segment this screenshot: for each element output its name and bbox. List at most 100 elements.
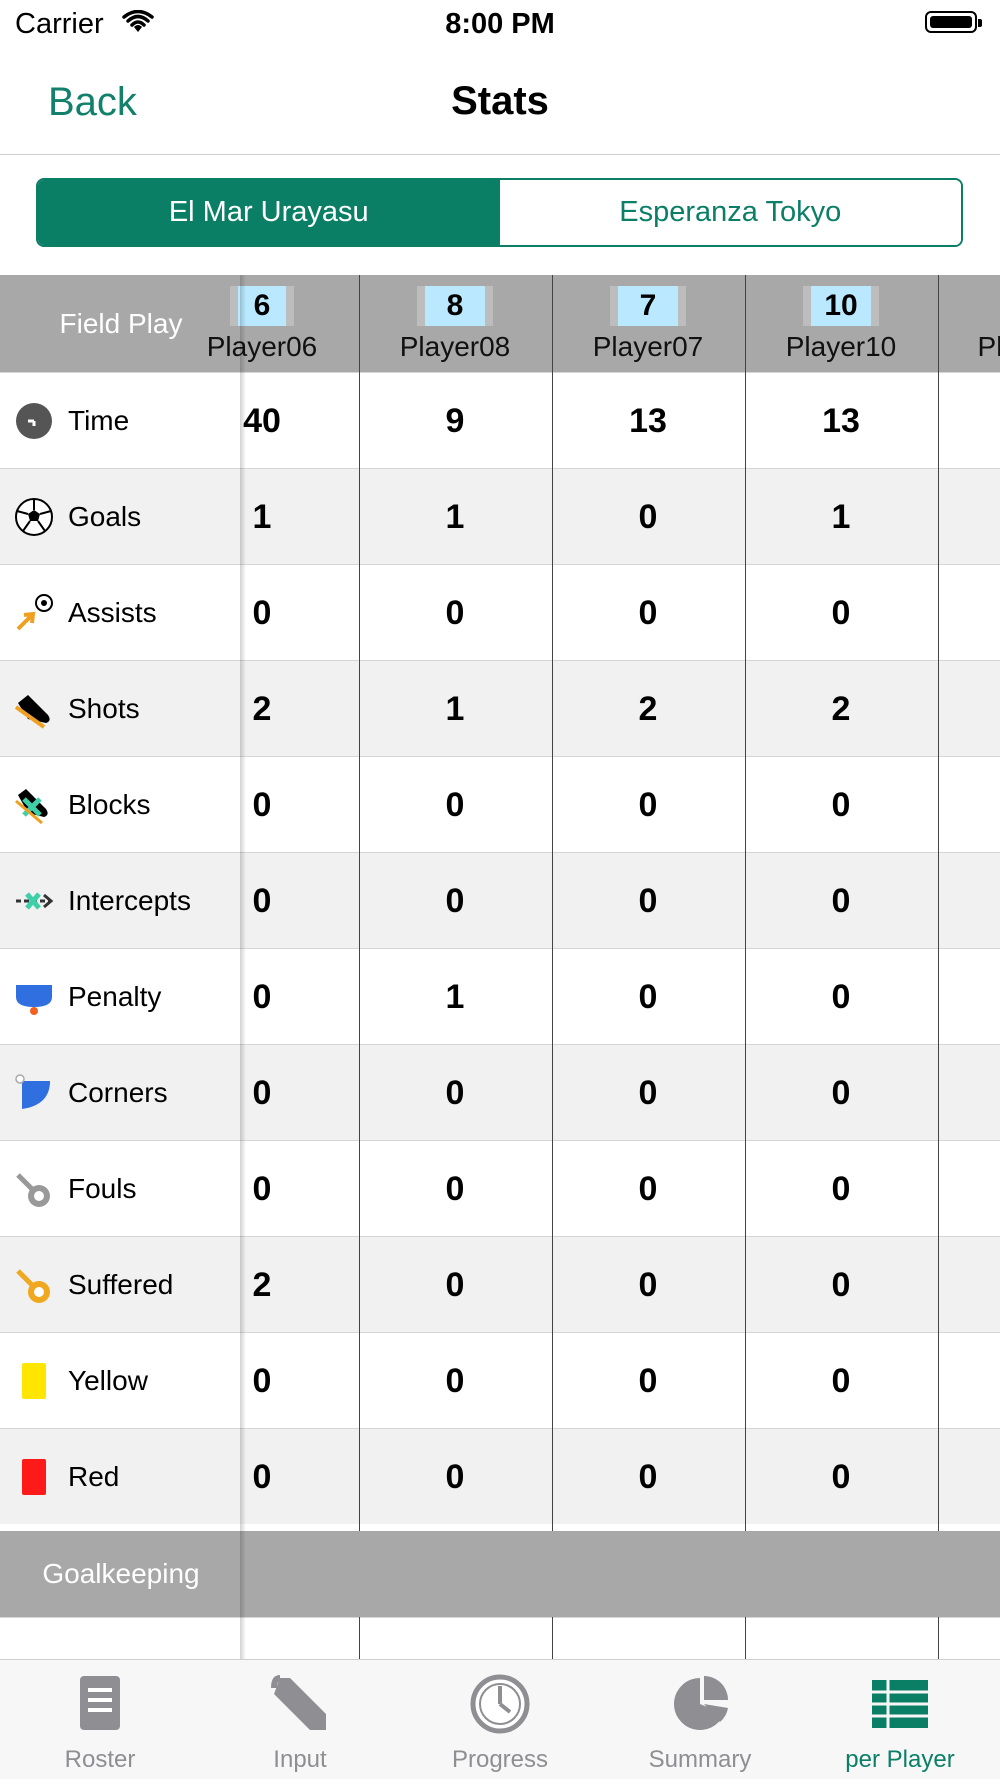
tab-progress[interactable]: Progress xyxy=(400,1660,600,1779)
penalty-area-icon xyxy=(0,977,68,1017)
stat-value-cell xyxy=(930,565,1000,661)
clock-icon xyxy=(470,1674,530,1734)
player-column-header[interactable]: 6 Player06 xyxy=(167,275,357,372)
column-divider xyxy=(359,275,360,1531)
player-name: Player07 xyxy=(592,331,704,362)
player-column-header[interactable]: 8 Player08 xyxy=(360,275,550,372)
column-divider xyxy=(552,275,553,1531)
stat-value-cell: 0 xyxy=(638,1457,658,1496)
stat-value-cell: 40 xyxy=(243,401,281,440)
player-name: Player08 xyxy=(399,331,511,362)
assist-arrow-icon xyxy=(16,593,53,630)
tab-label: Roster xyxy=(64,1746,136,1773)
stat-value-cell: 0 xyxy=(445,1169,465,1208)
stat-value-cell: 2 xyxy=(252,689,272,728)
stat-row: Red 0 0 0 0 xyxy=(0,1428,1000,1524)
stat-value-cell: 0 xyxy=(831,1073,851,1112)
stat-value-cell: 1 xyxy=(831,497,851,536)
stat-value-cell: 0 xyxy=(831,1457,851,1496)
table-header-row: Field Play 6 Player06 8 Player08 7 Player07 10… xyxy=(0,275,1000,372)
stat-label: Time xyxy=(68,404,130,436)
stat-value-cell: 0 xyxy=(638,977,658,1016)
stat-label: Yellow xyxy=(68,1364,148,1396)
stat-label: Corners xyxy=(68,1076,168,1108)
stat-value-cell: 0 xyxy=(831,593,851,632)
stat-value-cell: 0 xyxy=(252,1169,272,1208)
assist-arrow-icon xyxy=(0,593,68,633)
stat-row: Fouls 0 0 0 0 xyxy=(0,1140,1000,1236)
tab-per-player[interactable]: per Player xyxy=(800,1660,1000,1779)
stat-label: Goals xyxy=(68,500,142,532)
tab-roster[interactable]: Roster xyxy=(0,1660,200,1779)
tab-input[interactable]: Input xyxy=(200,1660,400,1779)
stat-value-cell: 0 xyxy=(445,1265,465,1304)
stat-value-cell xyxy=(930,469,1000,565)
player-column-header[interactable]: 7 Player07 xyxy=(553,275,743,372)
yellow-card-icon xyxy=(22,1362,46,1399)
player-number-badge: 7 xyxy=(618,286,678,326)
tab-label: per Player xyxy=(845,1746,955,1773)
stat-value-cell xyxy=(930,1333,1000,1429)
goalkeeping-header: Goalkeeping xyxy=(42,1558,200,1589)
column-divider xyxy=(938,1617,939,1659)
stat-value-cell xyxy=(930,757,1000,853)
stat-label: Red xyxy=(68,1460,120,1492)
stat-row: Time 40 9 13 13 xyxy=(0,372,1000,468)
team-segmented-control: El Mar Urayasu Esperanza Tokyo xyxy=(36,178,963,247)
stat-value-cell: 0 xyxy=(831,1265,851,1304)
stat-value-cell: 0 xyxy=(252,1073,272,1112)
stat-value-cell: 0 xyxy=(831,785,851,824)
stat-value-cell: 0 xyxy=(638,1361,658,1400)
stat-value-cell xyxy=(930,1141,1000,1237)
soccer-ball-icon xyxy=(0,497,68,537)
stat-row: Suffered 2 0 0 0 xyxy=(0,1236,1000,1332)
stat-value-cell: 0 xyxy=(445,1361,465,1400)
player-name: Player06 xyxy=(206,331,318,362)
red-card-icon xyxy=(22,1458,46,1495)
stat-value-cell: 0 xyxy=(252,1361,272,1400)
stat-value-cell: 1 xyxy=(445,977,465,1016)
pen-icon xyxy=(271,1675,326,1730)
tab-label: Input xyxy=(273,1746,327,1773)
player-number-badge: 10 xyxy=(811,286,871,326)
stat-value-cell xyxy=(930,373,1000,469)
stats-table[interactable]: Field Play 6 Player06 8 Player08 7 Player07 10… xyxy=(0,275,1000,1659)
yellow-card-icon xyxy=(0,1361,68,1401)
stat-value-cell xyxy=(930,661,1000,757)
stat-value-cell: 1 xyxy=(252,497,272,536)
segment-home-team[interactable]: El Mar Urayasu xyxy=(38,180,500,245)
stat-value-cell: 0 xyxy=(831,977,851,1016)
stat-value-cell: 0 xyxy=(638,881,658,920)
stat-label: Blocks xyxy=(68,788,151,820)
stat-value-cell: 0 xyxy=(252,593,272,632)
stat-value-cell: 0 xyxy=(445,593,465,632)
stat-label: Assists xyxy=(68,596,157,628)
stat-value-cell: 0 xyxy=(831,1169,851,1208)
column-divider xyxy=(552,1617,553,1659)
stat-label: Penalty xyxy=(68,980,162,1012)
stat-value-cell: 0 xyxy=(252,785,272,824)
stat-value-cell: 1 xyxy=(445,497,465,536)
tab-summary[interactable]: Summary xyxy=(600,1660,800,1779)
segment-away-team[interactable]: Esperanza Tokyo xyxy=(499,180,961,245)
player-column-header[interactable]: Pl xyxy=(895,275,1000,372)
stat-value-cell: 0 xyxy=(638,497,658,536)
stat-value-cell: 9 xyxy=(445,401,465,440)
stat-row-partial xyxy=(0,1617,1000,1659)
stat-value-cell: 0 xyxy=(252,977,272,1016)
stat-value-cell xyxy=(930,1429,1000,1525)
stat-label: Fouls xyxy=(68,1172,137,1204)
stat-value-cell: 0 xyxy=(638,785,658,824)
stat-value-cell: 0 xyxy=(638,1073,658,1112)
stat-value-cell: 0 xyxy=(445,881,465,920)
column-divider xyxy=(359,1617,360,1659)
status-time: 8:00 PM xyxy=(445,8,555,40)
whistle-orange-icon xyxy=(16,1268,50,1303)
column-divider xyxy=(745,1617,746,1659)
stat-value-cell xyxy=(930,1237,1000,1333)
stat-value-cell: 13 xyxy=(629,401,667,440)
soccer-ball-icon xyxy=(15,497,53,536)
player-name: Pl xyxy=(977,331,1000,362)
intercept-icon xyxy=(16,891,54,910)
tab-label: Progress xyxy=(451,1746,549,1773)
